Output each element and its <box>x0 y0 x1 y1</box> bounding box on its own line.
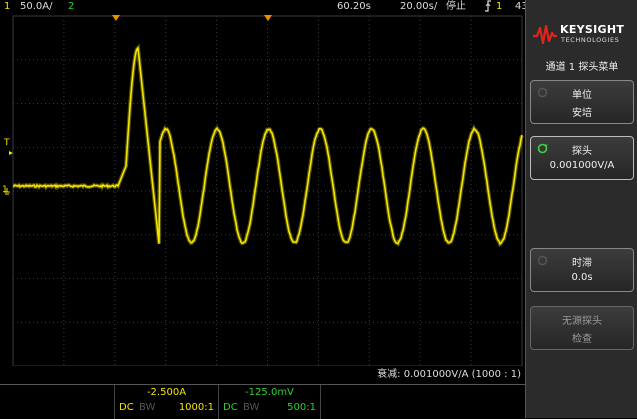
waveform-canvas: T 1 <box>2 15 524 366</box>
passive-probe-label: 无源探头 <box>562 316 602 327</box>
time-reference-marker <box>112 15 120 21</box>
trigger-position-marker <box>264 15 272 21</box>
ch1-trace <box>12 46 523 246</box>
ch1-offset: -2.500A <box>146 387 187 398</box>
units-label: 单位 <box>572 90 592 101</box>
passive-probe-value: 检查 <box>572 334 592 345</box>
ch2-number[interactable]: 2 <box>68 0 74 14</box>
trigger-source[interactable]: 1 <box>496 0 502 14</box>
passive-probe-check-softkey[interactable]: 无源探头 检查 <box>530 306 634 350</box>
ch1-coupling: DC <box>119 402 134 413</box>
ch1-trace-glow <box>12 43 524 248</box>
time-scale[interactable]: 20.00s/ <box>400 0 437 14</box>
skew-value: 0.0s <box>571 272 593 283</box>
brand-subtitle: TECHNOLOGIES <box>561 36 620 44</box>
ch2-probe-ratio: 500:1 <box>287 402 316 413</box>
ch2-offset: -125.0mV <box>245 387 294 398</box>
units-softkey[interactable]: 单位 安培 <box>530 80 634 124</box>
ch1-bw-limit: BW <box>139 402 156 413</box>
ch1-scale[interactable]: 50.0A/ <box>20 0 52 14</box>
probe-softkey[interactable]: 探头 0.001000V/A <box>530 136 634 180</box>
waveform-display[interactable]: T 1 <box>0 14 525 366</box>
ch1-info-box[interactable]: -2.500A DC BW 1000:1 <box>114 385 218 419</box>
attenuation-text: 衰减: 0.001000V/A (1000 : 1) <box>377 369 521 380</box>
menu-title: 通道 1 探头菜单 <box>545 62 619 73</box>
skew-label: 时滞 <box>572 258 592 269</box>
graticule <box>12 15 523 366</box>
channel-info-bar: -2.500A DC BW 1000:1 -125.0mV DC BW 500:… <box>0 384 525 419</box>
ch2-bw-limit: BW <box>243 402 260 413</box>
brand-name: KEYSIGHT <box>560 23 625 36</box>
time-delay[interactable]: 60.20s <box>337 0 371 14</box>
probe-value: 0.001000V/A <box>549 160 615 171</box>
probe-label: 探头 <box>572 146 592 157</box>
probe-info-line: 衰减: 0.001000V/A (1000 : 1) <box>0 366 525 384</box>
units-value: 安培 <box>572 108 592 119</box>
channel-bar-divider <box>320 385 321 419</box>
ch1-probe-ratio: 1000:1 <box>178 402 214 413</box>
run-state[interactable]: 停止 <box>446 0 466 14</box>
status-bar: 1 50.0A/ 2 60.20s 20.00s/ 停止 1 43.3A <box>0 0 544 14</box>
trigger-level-arrow-icon <box>9 151 13 155</box>
ch2-coupling: DC <box>223 402 238 413</box>
trigger-level-marker: T <box>3 138 10 148</box>
softkey-panel: KEYSIGHT TECHNOLOGIES 通道 1 探头菜单 单位 安培 探头… <box>525 0 637 418</box>
brand-logo: KEYSIGHT TECHNOLOGIES <box>526 18 637 52</box>
skew-softkey[interactable]: 时滞 0.0s <box>530 248 634 292</box>
ch1-number[interactable]: 1 <box>4 0 10 14</box>
ch2-info-box[interactable]: -125.0mV DC BW 500:1 <box>218 385 320 419</box>
keysight-logo-icon <box>533 24 557 45</box>
